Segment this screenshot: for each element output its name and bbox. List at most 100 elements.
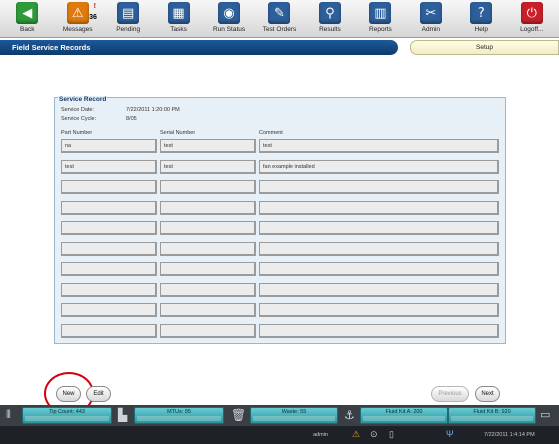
part-number-field[interactable] bbox=[61, 180, 157, 194]
toolbar-back-button[interactable]: ◀ Back bbox=[2, 0, 52, 37]
part-number-field[interactable]: na bbox=[61, 139, 157, 153]
tip-count-gauge: Tip Count: 443 bbox=[22, 407, 112, 424]
serial-number-field[interactable]: test bbox=[160, 139, 256, 153]
service-cycle-value: 8/05 bbox=[126, 116, 137, 122]
toolbar-messages-button[interactable]: ⚠ Messages 36! bbox=[52, 0, 102, 37]
toolbar-label: Reports bbox=[369, 26, 392, 33]
setup-button[interactable]: Setup bbox=[410, 40, 559, 55]
toolbar-label: Results bbox=[319, 26, 341, 33]
back-arrow-icon: ◀ bbox=[16, 2, 39, 24]
user-name: admin bbox=[313, 432, 328, 438]
serial-number-field[interactable] bbox=[160, 180, 256, 194]
clipboard-icon: ▤ bbox=[117, 2, 140, 24]
battery-icon: ▯ bbox=[389, 429, 394, 439]
comment-field[interactable] bbox=[259, 323, 499, 338]
toolbar-label: Back bbox=[20, 26, 35, 33]
help-icon: ? bbox=[470, 2, 493, 24]
toolbar-label: Messages bbox=[62, 26, 93, 33]
part-number-field[interactable] bbox=[61, 282, 157, 297]
alert-icon: ⚠ bbox=[352, 429, 361, 439]
toolbar-reports-button[interactable]: ▥ Reports bbox=[355, 0, 405, 37]
serial-number-field[interactable] bbox=[160, 221, 256, 235]
edit-button[interactable]: Edit bbox=[86, 386, 111, 402]
clock-datetime: 7/22/2011 1:4:14 PM bbox=[484, 432, 535, 438]
messages-count-badge: 36 bbox=[89, 14, 97, 21]
part-number-field[interactable] bbox=[61, 200, 157, 215]
toolbar-label: Admin bbox=[421, 26, 441, 33]
toolbar-label: Help bbox=[474, 26, 488, 33]
service-date-row: Service Date: 7/22/2011 1:20:00 PM bbox=[61, 107, 180, 113]
service-record-title: Service Record bbox=[58, 96, 108, 103]
tasks-icon: ▦ bbox=[167, 2, 190, 24]
column-header-comment: Comment bbox=[259, 130, 283, 136]
page-title: Field Service Records bbox=[0, 40, 398, 55]
comment-field[interactable] bbox=[259, 282, 499, 297]
fluid-kit-b-label: Fluid Kit B: 920 bbox=[473, 409, 511, 415]
new-button[interactable]: New bbox=[56, 386, 81, 402]
waste-gauge: Waste: 55 bbox=[250, 407, 338, 424]
toolbar-label: Run Status bbox=[212, 26, 246, 33]
serial-number-field[interactable] bbox=[160, 262, 256, 276]
part-number-field[interactable] bbox=[61, 221, 157, 235]
serial-number-field[interactable] bbox=[160, 200, 256, 215]
grip-icon[interactable]: ⦀ bbox=[6, 408, 11, 422]
toolbar-results-button[interactable]: ⚲ Results bbox=[305, 0, 355, 37]
part-number-field[interactable] bbox=[61, 323, 157, 338]
service-date-label: Service Date: bbox=[61, 107, 95, 113]
comment-field[interactable] bbox=[259, 221, 499, 235]
trash-icon: 🗑 bbox=[231, 408, 247, 422]
comment-field[interactable]: test bbox=[259, 139, 499, 153]
mtu-tray-icon: ▙ bbox=[118, 408, 128, 422]
toolbar-label: Tasks bbox=[170, 26, 187, 33]
toolbar-run-status-button[interactable]: ◉ Run Status bbox=[204, 0, 254, 37]
main-toolbar: ◀ Back ⚠ Messages 36! ▤ Pending ▦ Tasks ◉ Run Stat… bbox=[0, 0, 559, 38]
part-number-field[interactable] bbox=[61, 262, 157, 276]
toolbar-test-orders-button[interactable]: ✎ Test Orders bbox=[254, 0, 304, 37]
column-header-part-number: Part Number bbox=[61, 130, 93, 136]
toolbar-logoff-button[interactable]: ⏻ Logoff... bbox=[507, 0, 557, 37]
part-number-field[interactable] bbox=[61, 303, 157, 317]
previous-button[interactable]: Previous bbox=[431, 386, 469, 402]
reports-icon: ▥ bbox=[369, 2, 392, 24]
test-orders-icon: ✎ bbox=[268, 2, 291, 24]
toolbar-pending-button[interactable]: ▤ Pending bbox=[103, 0, 153, 37]
run-status-icon: ◉ bbox=[218, 2, 241, 24]
comment-field[interactable]: fan example installed bbox=[259, 159, 499, 174]
waste-label: Waste: 55 bbox=[281, 409, 307, 415]
messages-alert-badge: ! bbox=[93, 3, 96, 10]
comment-field[interactable] bbox=[259, 303, 499, 317]
toolbar-label: Test Orders bbox=[262, 26, 297, 33]
column-header-serial-number: Serial Number bbox=[160, 130, 196, 136]
service-record-panel: Service Record Service Date: 7/22/2011 1… bbox=[54, 96, 506, 344]
service-cycle-row: Service Cycle: 8/05 bbox=[61, 116, 137, 122]
serial-number-field[interactable] bbox=[160, 241, 256, 256]
info-bar: admin ⚠ ⊙ ▯ Ψ 7/22/2011 1:4:14 PM bbox=[0, 426, 559, 444]
toolbar-help-button[interactable]: ? Help bbox=[456, 0, 506, 37]
fluid-kit-a-label: Fluid Kit A: 200 bbox=[385, 409, 423, 415]
usb-icon: Ψ bbox=[446, 429, 454, 439]
monitor-icon[interactable]: ▭ bbox=[540, 408, 550, 421]
part-number-field[interactable] bbox=[61, 241, 157, 256]
next-button[interactable]: Next bbox=[475, 386, 500, 402]
warning-icon: ⚠ bbox=[66, 2, 89, 24]
admin-tools-icon: ✂ bbox=[419, 2, 442, 24]
comment-field[interactable] bbox=[259, 262, 499, 276]
comment-field[interactable] bbox=[259, 241, 499, 256]
serial-number-field[interactable] bbox=[160, 323, 256, 338]
service-date-value: 7/22/2011 1:20:00 PM bbox=[126, 107, 180, 113]
comment-field[interactable] bbox=[259, 200, 499, 215]
tip-count-label: Tip Count: 443 bbox=[49, 409, 85, 415]
network-icon: ⊙ bbox=[370, 429, 378, 439]
fluid-kit-b-gauge: Fluid Kit B: 920 bbox=[448, 407, 536, 424]
serial-number-field[interactable] bbox=[160, 282, 256, 297]
comment-field[interactable] bbox=[259, 180, 499, 194]
power-icon: ⏻ bbox=[520, 2, 543, 24]
fluid-icon: ⚓ bbox=[344, 408, 355, 422]
toolbar-admin-button[interactable]: ✂ Admin bbox=[406, 0, 456, 37]
serial-number-field[interactable]: test bbox=[160, 159, 256, 174]
toolbar-tasks-button[interactable]: ▦ Tasks bbox=[153, 0, 203, 37]
results-search-icon: ⚲ bbox=[318, 2, 341, 24]
serial-number-field[interactable] bbox=[160, 303, 256, 317]
part-number-field[interactable]: test bbox=[61, 159, 157, 174]
mtus-gauge: MTUs: 95 bbox=[134, 407, 224, 424]
